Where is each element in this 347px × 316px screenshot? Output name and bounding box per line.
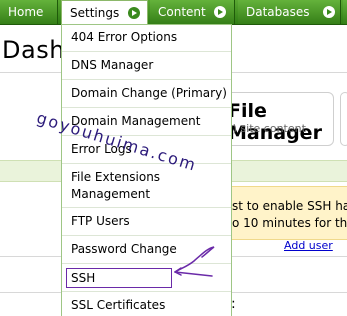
- menu-separator: [62, 107, 231, 108]
- menu-separator: [62, 235, 231, 236]
- notice-text-line-2: o 10 minutes for th: [232, 216, 347, 230]
- tab-home-label: Home: [8, 5, 44, 19]
- tab-databases[interactable]: Databases: [238, 0, 341, 24]
- tab-settings[interactable]: Settings: [61, 0, 148, 25]
- page: Home Settings Content Databases Dash Fil…: [0, 0, 347, 316]
- menu-item-ftp-users[interactable]: FTP Users: [71, 214, 130, 229]
- chevron-right-circle-icon: [214, 6, 226, 18]
- tab-content[interactable]: Content: [150, 0, 235, 24]
- page-title: Dash: [2, 36, 65, 64]
- add-user-link[interactable]: Add user: [284, 239, 333, 252]
- next-panel-edge[interactable]: [340, 92, 347, 146]
- menu-item-dns-manager[interactable]: DNS Manager: [71, 58, 153, 73]
- menu-item-file-extensions[interactable]: File Extensions: [71, 170, 160, 185]
- menu-item-ssh[interactable]: SSH: [71, 271, 95, 286]
- menu-separator: [62, 51, 231, 52]
- file-manager-subtitle: P) site content: [226, 122, 306, 135]
- menu-item-file-extensions-line2[interactable]: Management: [71, 187, 150, 202]
- tab-databases-label: Databases: [246, 5, 310, 19]
- tab-content-label: Content: [158, 5, 206, 19]
- top-nav-bar: Home Settings Content Databases: [0, 0, 347, 25]
- tab-home[interactable]: Home: [0, 0, 58, 24]
- menu-item-404-error-options[interactable]: 404 Error Options: [71, 30, 177, 45]
- menu-item-ssl-certificates[interactable]: SSL Certificates: [71, 298, 165, 313]
- tab-more[interactable]: [343, 0, 347, 24]
- tab-settings-label: Settings: [70, 6, 120, 20]
- menu-separator: [62, 207, 231, 208]
- menu-item-domain-change-primary[interactable]: Domain Change (Primary): [71, 86, 227, 101]
- chevron-right-circle-icon: [323, 6, 335, 18]
- hand-drawn-arrow-icon: [174, 246, 215, 277]
- chevron-right-circle-icon: [128, 7, 140, 19]
- menu-separator: [62, 291, 231, 292]
- menu-separator: [62, 79, 231, 80]
- menu-item-password-change[interactable]: Password Change: [71, 242, 177, 257]
